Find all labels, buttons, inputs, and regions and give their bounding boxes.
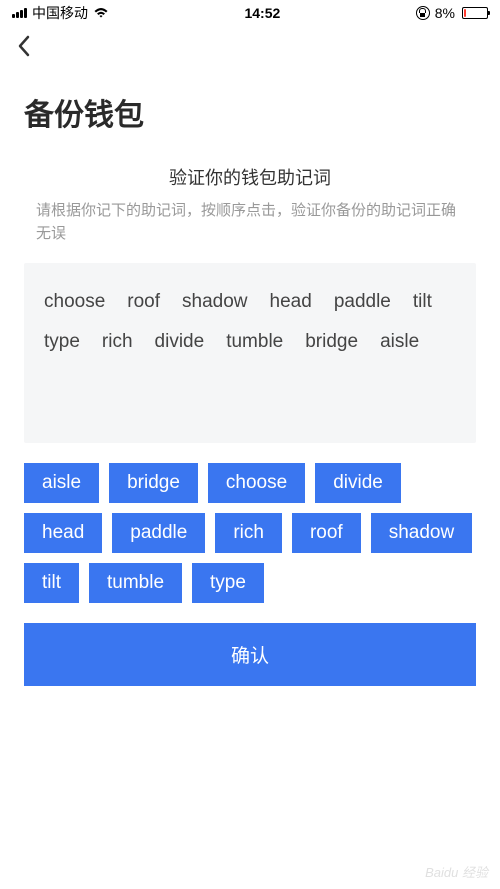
status-left: 中国移动 bbox=[12, 3, 109, 23]
word-chip[interactable]: shadow bbox=[371, 513, 473, 553]
nav-bar bbox=[0, 26, 500, 70]
selected-word[interactable]: type bbox=[44, 331, 80, 353]
wifi-icon bbox=[93, 7, 109, 19]
word-chip[interactable]: bridge bbox=[109, 463, 198, 503]
instructions: 验证你的钱包助记词 请根据你记下的助记词，按顺序点击，验证你备份的助记词正确无误 bbox=[0, 164, 500, 245]
word-chip[interactable]: type bbox=[192, 563, 264, 603]
word-chip[interactable]: choose bbox=[208, 463, 305, 503]
confirm-button[interactable]: 确认 bbox=[24, 623, 476, 686]
battery-percent: 8% bbox=[435, 5, 455, 21]
selected-word[interactable]: bridge bbox=[305, 331, 358, 353]
selected-word[interactable]: divide bbox=[155, 331, 205, 353]
selected-word[interactable]: tumble bbox=[226, 331, 283, 353]
back-button[interactable] bbox=[16, 34, 32, 63]
watermark: Baidu 经验 bbox=[425, 862, 488, 881]
status-bar: 中国移动 14:52 8% bbox=[0, 0, 500, 26]
selected-word[interactable]: head bbox=[270, 291, 312, 313]
word-chip[interactable]: head bbox=[24, 513, 102, 553]
word-chip[interactable]: tumble bbox=[89, 563, 182, 603]
instruction-title: 验证你的钱包助记词 bbox=[36, 164, 464, 190]
carrier-label: 中国移动 bbox=[32, 3, 88, 23]
instruction-subtitle: 请根据你记下的助记词，按顺序点击，验证你备份的助记词正确无误 bbox=[36, 200, 464, 245]
selected-words-list: choose roof shadow head paddle tilt type richdi… bbox=[44, 291, 456, 353]
battery-icon bbox=[462, 7, 488, 19]
status-right: 8% bbox=[416, 5, 488, 21]
word-pool: aislebridgechoosedivide headpaddlerichroo… bbox=[0, 443, 500, 617]
word-chip[interactable]: roof bbox=[292, 513, 361, 553]
selected-word[interactable]: aisle bbox=[380, 331, 419, 353]
rotation-lock-icon bbox=[416, 6, 430, 20]
status-time: 14:52 bbox=[244, 5, 280, 21]
word-chip[interactable]: tilt bbox=[24, 563, 79, 603]
selected-word[interactable]: shadow bbox=[182, 291, 248, 313]
selected-word[interactable]: choose bbox=[44, 291, 105, 313]
selected-word[interactable]: roof bbox=[127, 291, 160, 313]
page-title: 备份钱包 bbox=[0, 70, 500, 164]
selected-word[interactable]: rich bbox=[102, 331, 133, 353]
signal-icon bbox=[12, 8, 27, 18]
selected-word[interactable]: tilt bbox=[413, 291, 432, 313]
word-chip[interactable]: divide bbox=[315, 463, 401, 503]
selected-word[interactable]: paddle bbox=[334, 291, 391, 313]
word-chip[interactable]: paddle bbox=[112, 513, 205, 553]
word-chip[interactable]: rich bbox=[215, 513, 282, 553]
selected-words-area: choose roof shadow head paddle tilt type richdi… bbox=[24, 263, 476, 443]
word-chip[interactable]: aisle bbox=[24, 463, 99, 503]
